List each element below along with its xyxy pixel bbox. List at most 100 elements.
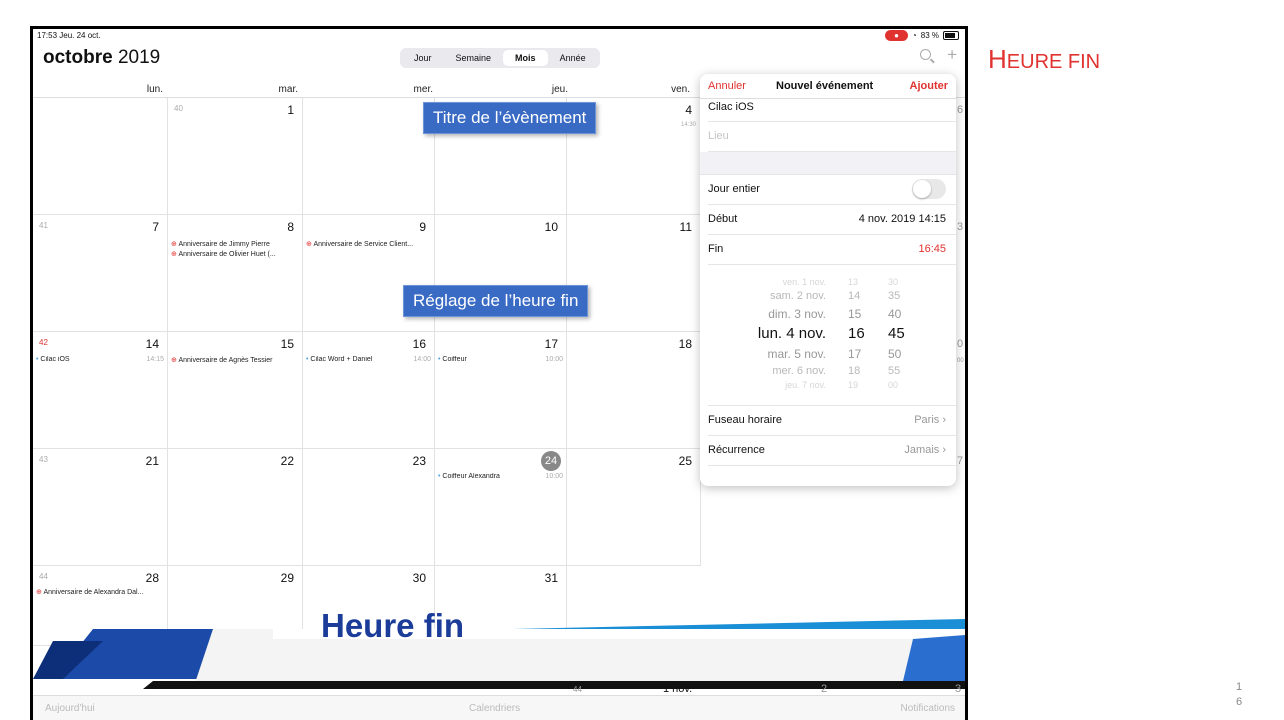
panel-header: Annuler Nouvel événement Ajouter: [700, 74, 956, 99]
day-number: 8: [287, 220, 294, 234]
week-number: 42: [39, 338, 48, 347]
weekday-tue: mar.: [278, 84, 298, 95]
day-number: 30: [412, 571, 426, 585]
event-label: Cilac iOS: [40, 356, 70, 363]
event-item[interactable]: • Cilac Word + Daniel 14:00: [306, 356, 431, 363]
side-day-number: 7: [957, 455, 964, 467]
section-gap: [700, 152, 956, 175]
day-cell[interactable]: [303, 98, 435, 215]
tab-year[interactable]: Année: [548, 50, 598, 66]
weekday-mon: lun.: [146, 84, 163, 95]
event-item[interactable]: ⊕ Anniversaire de Olivier Huet (...: [171, 250, 299, 258]
day-number: 31: [544, 571, 558, 585]
picker-hour: 13: [848, 277, 859, 287]
notifications-button[interactable]: Notifications: [901, 703, 955, 714]
event-item[interactable]: ⊕ Anniversaire de Service Client...: [306, 240, 431, 248]
recurrence-row[interactable]: Récurrence Jamais ›: [708, 436, 956, 466]
day-number: 1 nov.: [663, 683, 693, 695]
picker-hour: 17: [848, 347, 862, 361]
day-number: 17: [544, 337, 558, 351]
day-cell[interactable]: 23: [303, 449, 435, 566]
day-cell[interactable]: 18: [567, 332, 701, 449]
wifi-icon: ◔: [911, 31, 917, 40]
day-number: 3: [955, 683, 962, 695]
day-number: 11: [679, 220, 692, 234]
location-field[interactable]: Lieu: [708, 122, 956, 152]
add-button[interactable]: Ajouter: [910, 80, 949, 92]
picker-row: dim. 3 nov. 15 40: [708, 307, 956, 325]
day-cell[interactable]: 42 14 • Cilac iOS 14:15: [33, 332, 168, 449]
event-time: 10:00: [545, 473, 563, 480]
week-number: 44: [573, 685, 582, 694]
end-label: Fin: [708, 243, 724, 255]
event-item[interactable]: ⊕ Anniversaire de Jimmy Pierre: [171, 240, 299, 248]
day-number: 7: [152, 220, 159, 234]
today-button[interactable]: Aujourd'hui: [45, 703, 95, 714]
week-number: 41: [39, 221, 48, 230]
event-label: Anniversaire de Jimmy Pierre: [178, 241, 270, 248]
all-day-label: Jour entier: [708, 183, 760, 195]
picker-date: lun. 4 nov.: [757, 325, 826, 342]
date-time-picker[interactable]: ven. 1 nov. 13 30 sam. 2 nov. 14 35 dim. 3 n…: [708, 265, 956, 406]
day-cell[interactable]: 8 ⊕ Anniversaire de Jimmy Pierre ⊕ Anniv…: [168, 215, 303, 332]
picker-selected-row: lun. 4 nov. 16 45: [708, 325, 956, 343]
cancel-button[interactable]: Annuler: [708, 80, 746, 92]
timezone-row[interactable]: Fuseau horaire Paris ›: [708, 406, 956, 436]
picker-minute: 35: [888, 290, 901, 302]
title-field[interactable]: Cilac iOS: [708, 99, 956, 122]
day-number: 18: [678, 337, 692, 351]
week-number: 40: [174, 104, 183, 113]
event-item[interactable]: • Cilac iOS 14:15: [36, 356, 164, 363]
day-cell[interactable]: 40 1: [168, 98, 303, 215]
day-cell[interactable]: 15 ⊕ Anniversaire de Agnès Tessier: [168, 332, 303, 449]
picker-date: sam. 2 nov.: [769, 290, 826, 302]
picker-hour: 19: [848, 380, 859, 390]
event-label: Coiffeur Alexandra: [442, 473, 500, 480]
slide-title: HEURE FIN: [988, 44, 1100, 75]
bottom-toolbar: Aujourd'hui Calendriers Notifications: [33, 695, 965, 720]
day-cell[interactable]: 22: [168, 449, 303, 566]
end-row[interactable]: Fin 16:45: [708, 235, 956, 265]
picker-hour: 14: [848, 290, 861, 302]
all-day-toggle[interactable]: [912, 179, 946, 199]
event-item[interactable]: • Coiffeur 10:00: [438, 356, 563, 363]
side-day-number: 0: [957, 338, 964, 350]
day-cell[interactable]: 17 • Coiffeur 10:00: [435, 332, 567, 449]
event-item[interactable]: • Coiffeur Alexandra 10:00: [438, 473, 563, 480]
picker-minute: 00: [888, 380, 899, 390]
top-actions: +: [920, 45, 957, 65]
picker-minute: 50: [888, 347, 902, 361]
day-cell[interactable]: 41 7: [33, 215, 168, 332]
day-cell[interactable]: 25: [567, 449, 701, 566]
event-label: Anniversaire de Olivier Huet (...: [178, 251, 276, 258]
callout-event-title: Titre de l’évènement: [423, 102, 597, 134]
day-cell[interactable]: 43 21: [33, 449, 168, 566]
month-name: octobre: [43, 47, 113, 68]
picker-date: ven. 1 nov.: [782, 277, 826, 287]
status-time: 17:53 Jeu. 24 oct.: [37, 31, 101, 40]
day-cell[interactable]: 16 • Cilac Word + Daniel 14:00: [303, 332, 435, 449]
side-day-number: 3: [957, 221, 964, 233]
tab-month[interactable]: Mois: [503, 50, 548, 66]
recurrence-label: Récurrence: [708, 444, 765, 456]
day-number: 22: [280, 454, 294, 468]
tab-week[interactable]: Semaine: [444, 50, 504, 66]
event-item[interactable]: ⊕ Anniversaire de Agnès Tessier: [171, 356, 299, 364]
battery-label: 83 %: [920, 31, 939, 40]
picker-minute: 30: [888, 277, 899, 287]
day-number: 4: [685, 103, 692, 117]
day-cell[interactable]: [33, 98, 168, 215]
tab-day[interactable]: Jour: [402, 50, 444, 66]
timezone-value: Paris ›: [914, 414, 946, 426]
recurrence-value-text: Jamais: [904, 444, 940, 456]
add-icon[interactable]: +: [947, 45, 957, 65]
start-row[interactable]: Début 4 nov. 2019 14:15: [708, 205, 956, 235]
search-icon[interactable]: [920, 49, 932, 60]
day-number: 9: [419, 220, 426, 234]
weekday-thu: jeu.: [551, 84, 568, 95]
event-label: Coiffeur: [442, 356, 467, 363]
month-title: octobre 2019: [43, 47, 160, 69]
year: 2019: [117, 47, 161, 68]
day-cell-today[interactable]: 24 • Coiffeur Alexandra 10:00: [435, 449, 567, 566]
calendars-button[interactable]: Calendriers: [469, 703, 520, 714]
